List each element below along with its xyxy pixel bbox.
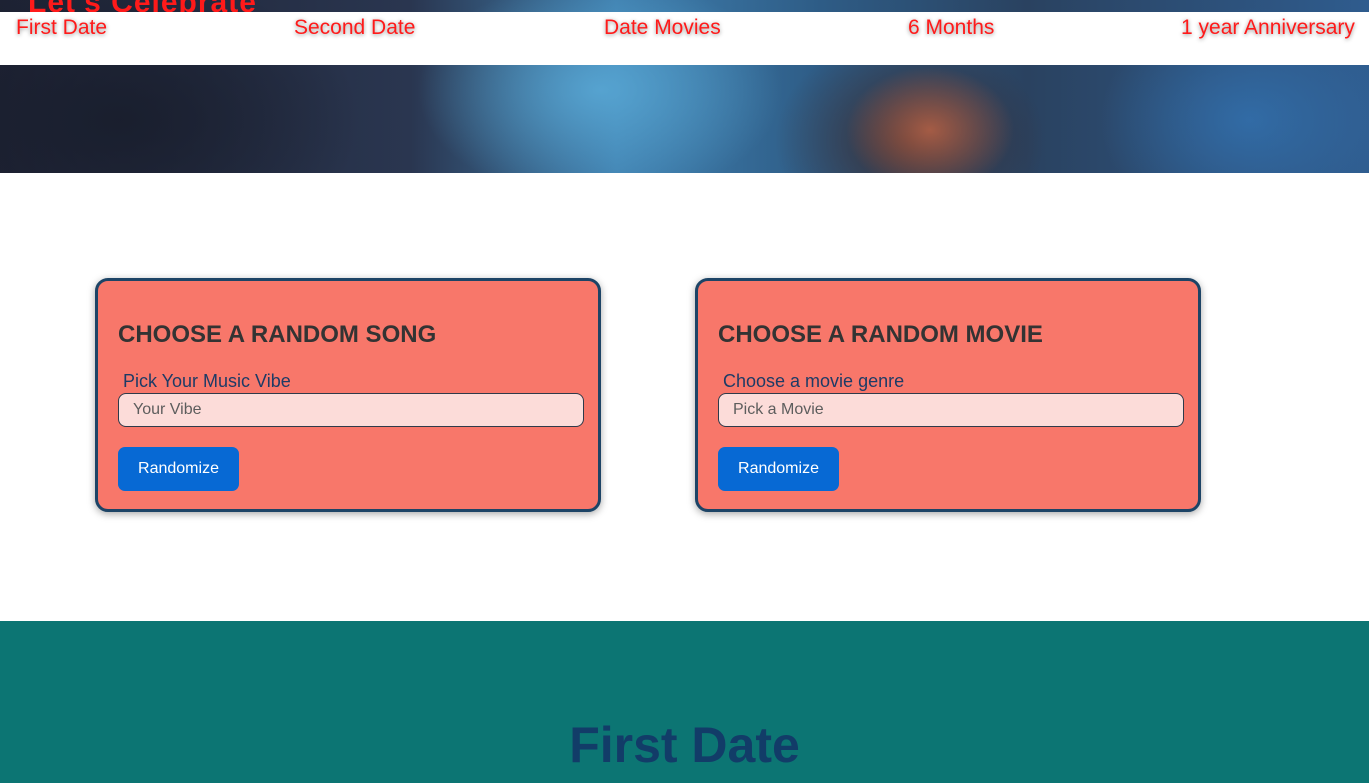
section-title: First Date bbox=[569, 717, 800, 773]
movie-genre-label: Choose a movie genre bbox=[723, 371, 905, 391]
first-date-section: First Date bbox=[0, 621, 1369, 783]
randomize-movie-button[interactable]: Randomize bbox=[718, 447, 839, 491]
page: Let's Celebrate First Date Second Date D… bbox=[0, 0, 1369, 783]
movie-genre-input[interactable] bbox=[718, 393, 1184, 427]
nav-link-6-months[interactable]: 6 Months bbox=[908, 16, 994, 40]
nav-link-1-year-anniversary[interactable]: 1 year Anniversary bbox=[1181, 16, 1355, 40]
randomize-song-button[interactable]: Randomize bbox=[118, 447, 239, 491]
music-vibe-input[interactable] bbox=[118, 393, 584, 427]
music-vibe-label: Pick Your Music Vibe bbox=[123, 371, 291, 391]
nav-link-second-date[interactable]: Second Date bbox=[294, 16, 415, 40]
top-nav: First Date Second Date Date Movies 6 Mon… bbox=[0, 12, 1369, 65]
random-song-title: CHOOSE A RANDOM SONG bbox=[118, 321, 437, 348]
random-song-card: CHOOSE A RANDOM SONG Pick Your Music Vib… bbox=[95, 278, 601, 512]
random-movie-title: CHOOSE A RANDOM MOVIE bbox=[718, 321, 1043, 348]
nav-link-date-movies[interactable]: Date Movies bbox=[604, 16, 721, 40]
random-movie-card: CHOOSE A RANDOM MOVIE Choose a movie gen… bbox=[695, 278, 1201, 512]
nav-link-first-date[interactable]: First Date bbox=[16, 16, 107, 40]
